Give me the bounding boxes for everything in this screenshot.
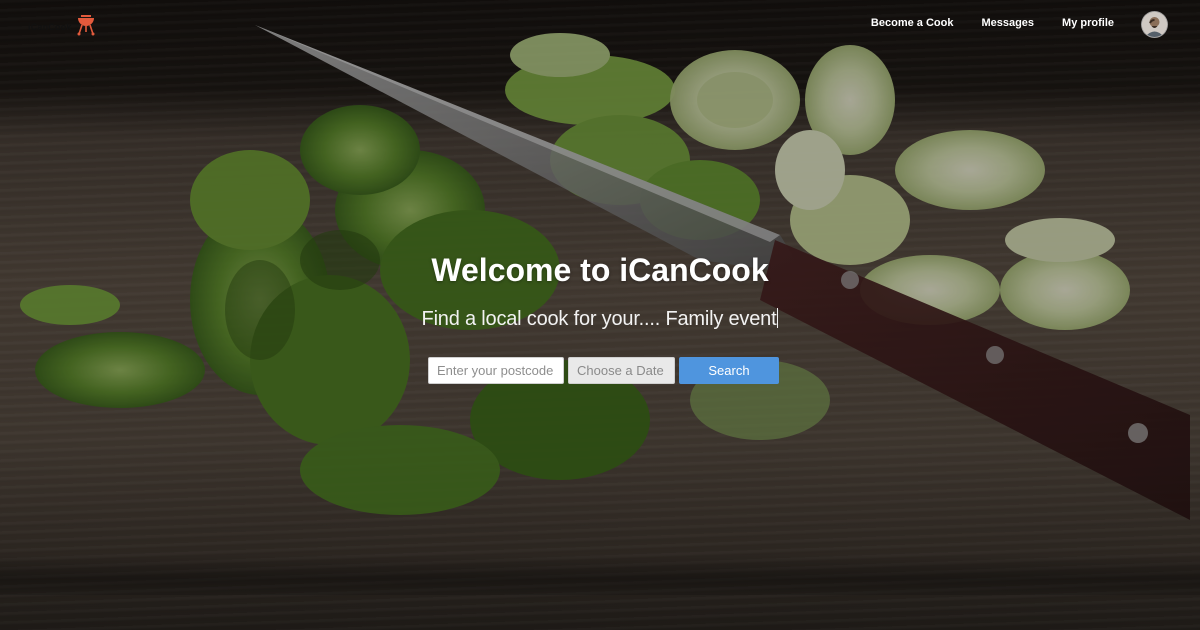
search-button[interactable]: Search [679, 357, 779, 384]
brand-name: iCanCook [28, 21, 72, 32]
search-form: Search [428, 357, 779, 384]
postcode-input[interactable] [428, 357, 564, 384]
brand-logo[interactable]: iCanCook [28, 12, 96, 41]
nav-links: Become a Cook Messages My profile [871, 17, 1114, 29]
date-input[interactable] [568, 357, 675, 384]
hero-subtitle-prefix: Find a local cook for your.... [421, 308, 666, 330]
hero-title: Welcome to iCanCook [431, 252, 769, 288]
hero-subtitle-typed: Family event [665, 308, 777, 330]
user-avatar[interactable] [1142, 12, 1167, 37]
hero-subtitle: Find a local cook for your.... Family ev… [0, 308, 1200, 331]
nav-become-a-cook[interactable]: Become a Cook [871, 17, 954, 29]
grill-icon [76, 12, 96, 41]
typing-cursor [777, 308, 779, 328]
nav-messages[interactable]: Messages [981, 17, 1034, 29]
top-nav: iCanCook Become a Cook Messages My profi… [0, 0, 1200, 50]
nav-my-profile[interactable]: My profile [1062, 17, 1114, 29]
